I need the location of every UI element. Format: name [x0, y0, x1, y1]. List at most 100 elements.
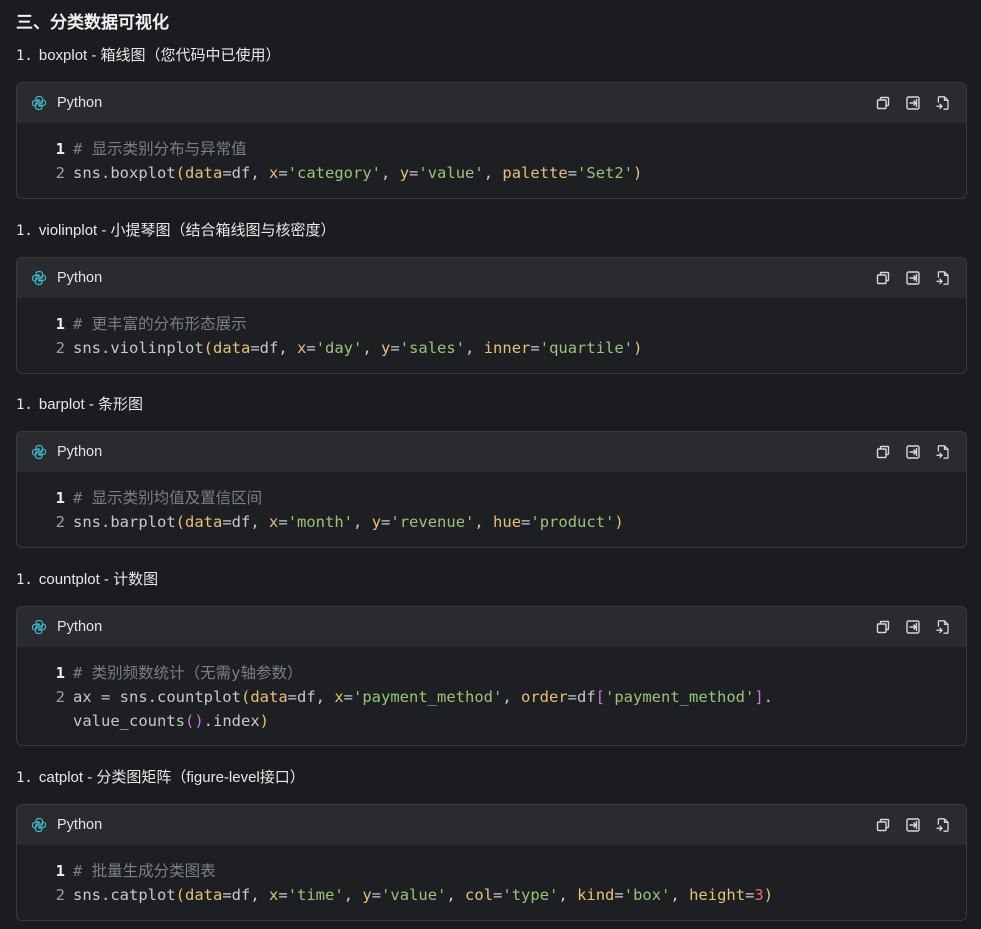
code-token: ( — [175, 886, 185, 904]
code-token: height — [689, 886, 746, 904]
code-token: , — [474, 513, 494, 531]
item-number: 1. — [16, 770, 33, 786]
code-block: Python 1 # 更丰富的分布形态展示 2 sns.violinplot(data=… — [16, 257, 967, 374]
line-number: 1 — [55, 862, 65, 880]
code-token: sns.barplot — [73, 513, 176, 531]
code-token: 'payment_method' — [353, 688, 503, 706]
code-token: data — [185, 886, 223, 904]
code-text: sns.catplot(data=df, x='time', y='value'… — [73, 883, 773, 907]
insert-icon[interactable] — [904, 816, 922, 834]
new-file-icon[interactable] — [934, 443, 952, 461]
item-title: violinplot - 小提琴图（结合箱线图与核密度） — [38, 222, 336, 239]
code-token: = — [521, 513, 531, 531]
code-text: sns.barplot(data=df, x='month', y='reven… — [73, 510, 624, 534]
code-body: 1 # 批量生成分类图表 2 sns.catplot(data=df, x='time… — [17, 845, 966, 920]
python-icon — [31, 444, 47, 460]
line-number: 2 — [55, 513, 65, 531]
code-block-header: Python — [17, 432, 966, 472]
code-token: 'quartile' — [539, 339, 634, 357]
code-block: Python 1 # 显示类别分布与异常值 2 sns.boxplot(data=df,… — [16, 82, 967, 199]
item-heading: 1. catplot - 分类图矩阵（figure-level接口） — [16, 766, 305, 787]
code-token: 'payment_method' — [605, 688, 755, 706]
copy-icon[interactable] — [874, 443, 892, 461]
code-block: Python 1 # 批量生成分类图表 2 sns.catplot(data=df, x… — [16, 804, 967, 921]
item-heading: 1. violinplot - 小提琴图（结合箱线图与核密度） — [16, 219, 336, 240]
item-heading: 1. boxplot - 箱线图（您代码中已使用） — [16, 44, 281, 65]
code-line: 2 sns.boxplot(data=df, x='category', y='v… — [47, 161, 966, 185]
copy-icon[interactable] — [874, 618, 892, 636]
code-token: data — [213, 339, 251, 357]
code-token: , — [558, 886, 578, 904]
code-token: sns.catplot — [73, 886, 176, 904]
code-token: , — [381, 164, 400, 182]
code-line: value_counts().index) — [47, 709, 966, 733]
insert-icon[interactable] — [904, 269, 922, 287]
code-actions — [874, 269, 952, 287]
code-line: 2 ax = sns.countplot(data=df, x='payment_… — [47, 685, 966, 709]
code-line: 2 sns.barplot(data=df, x='month', y='reve… — [47, 510, 966, 534]
new-file-icon[interactable] — [934, 94, 952, 112]
code-token: data — [185, 513, 223, 531]
new-file-icon[interactable] — [934, 269, 952, 287]
code-token: col — [465, 886, 494, 904]
code-token: [ — [595, 688, 606, 706]
insert-icon[interactable] — [904, 618, 922, 636]
code-token: 'sales' — [399, 339, 466, 357]
code-token: ) — [633, 164, 643, 182]
code-token: x — [269, 886, 279, 904]
code-token: =df, — [287, 688, 335, 706]
code-token: # 类别频数统计（无需y轴参数） — [73, 664, 303, 682]
item-number: 1. — [16, 223, 33, 239]
code-token: =df, — [222, 513, 269, 531]
code-token: , — [670, 886, 690, 904]
code-block: Python 1 # 显示类别均值及置信区间 2 sns.barplot(data=df… — [16, 431, 967, 548]
item-title: countplot - 计数图 — [38, 571, 159, 588]
code-token: .index — [203, 712, 260, 730]
code-block-header: Python — [17, 258, 966, 298]
copy-icon[interactable] — [874, 269, 892, 287]
code-token: kind — [577, 886, 615, 904]
code-token: 'revenue' — [390, 513, 475, 531]
code-token: =df, — [222, 886, 269, 904]
copy-icon[interactable] — [874, 94, 892, 112]
code-body: 1 # 类别频数统计（无需y轴参数） 2 ax = sns.countplot(dat… — [17, 647, 966, 745]
code-token: , — [502, 688, 521, 706]
code-token: value_counts — [73, 712, 185, 730]
code-token: = — [371, 886, 382, 904]
code-token: = — [278, 164, 288, 182]
copy-icon[interactable] — [874, 816, 892, 834]
new-file-icon[interactable] — [934, 816, 952, 834]
code-actions — [874, 816, 952, 834]
code-token: ( — [175, 513, 185, 531]
code-token: inner — [483, 339, 531, 357]
code-actions — [874, 618, 952, 636]
line-number — [47, 709, 65, 733]
code-token: = — [278, 513, 288, 531]
code-token: 'product' — [530, 513, 615, 531]
code-token: sns.violinplot — [73, 339, 204, 357]
code-body: 1 # 显示类别分布与异常值 2 sns.boxplot(data=df, x='ca… — [17, 123, 966, 198]
code-token: # 显示类别均值及置信区间 — [73, 489, 263, 507]
insert-icon[interactable] — [904, 443, 922, 461]
line-number: 1 — [55, 315, 65, 333]
code-text: sns.boxplot(data=df, x='category', y='va… — [73, 161, 642, 185]
code-text: sns.violinplot(data=df, x='day', y='sale… — [73, 336, 642, 360]
code-token: palette — [502, 164, 568, 182]
section-title: 三、分类数据可视化 — [16, 13, 169, 32]
item-number: 1. — [16, 48, 33, 64]
code-token: = — [614, 886, 624, 904]
code-token: data — [185, 164, 223, 182]
line-number: 2 — [55, 164, 65, 182]
code-block-header: Python — [17, 607, 966, 647]
code-token: y — [399, 164, 410, 182]
code-token: x — [269, 513, 279, 531]
code-body: 1 # 显示类别均值及置信区间 2 sns.barplot(data=df, x='m… — [17, 472, 966, 547]
code-text: # 更丰富的分布形态展示 — [73, 312, 247, 336]
code-token: = — [409, 164, 419, 182]
language-label: Python — [57, 95, 103, 111]
python-icon — [31, 619, 47, 635]
insert-icon[interactable] — [904, 94, 922, 112]
new-file-icon[interactable] — [934, 618, 952, 636]
code-body: 1 # 更丰富的分布形态展示 2 sns.violinplot(data=df, x=… — [17, 298, 966, 373]
code-token: , — [353, 513, 372, 531]
